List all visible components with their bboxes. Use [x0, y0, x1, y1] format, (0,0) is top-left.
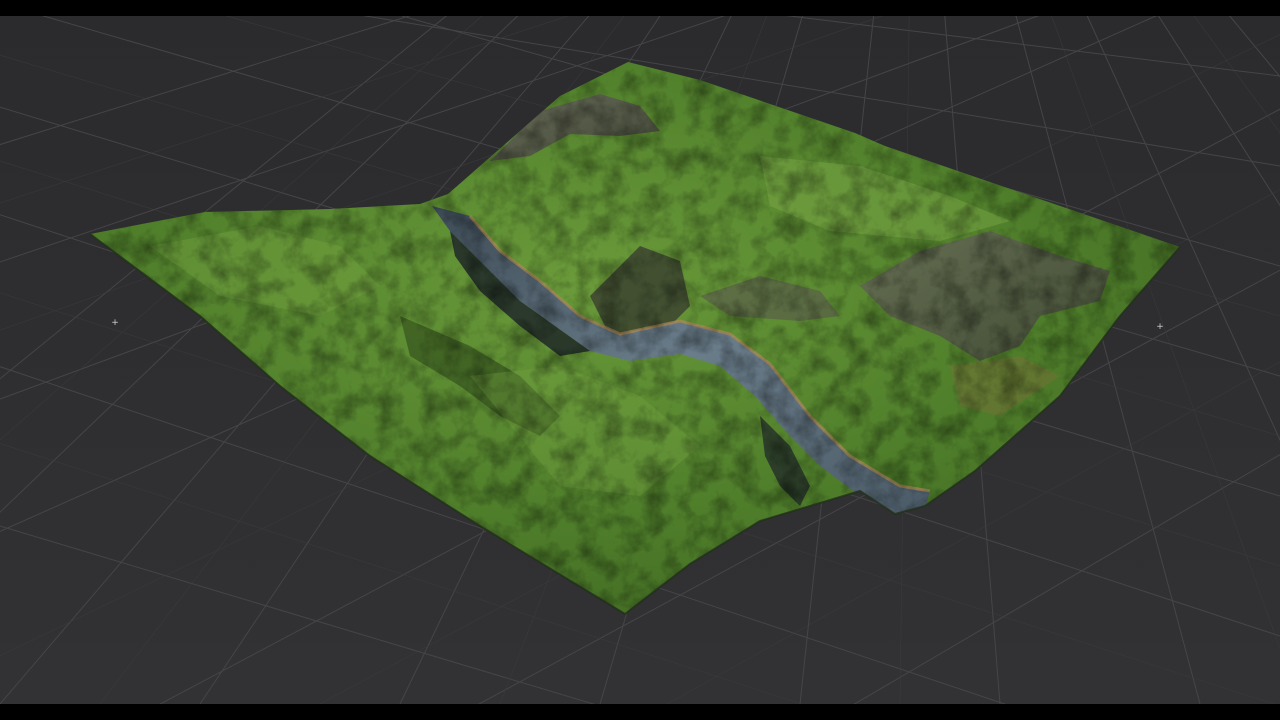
video-frame: + +: [0, 0, 1280, 720]
crosshair-left-icon: +: [111, 318, 119, 328]
3d-viewport[interactable]: + +: [0, 16, 1280, 704]
crosshair-right-icon: +: [1156, 322, 1164, 332]
letterbox-bottom: [0, 704, 1280, 720]
letterbox-top: [0, 0, 1280, 16]
viewport-canvas[interactable]: [0, 16, 1280, 704]
